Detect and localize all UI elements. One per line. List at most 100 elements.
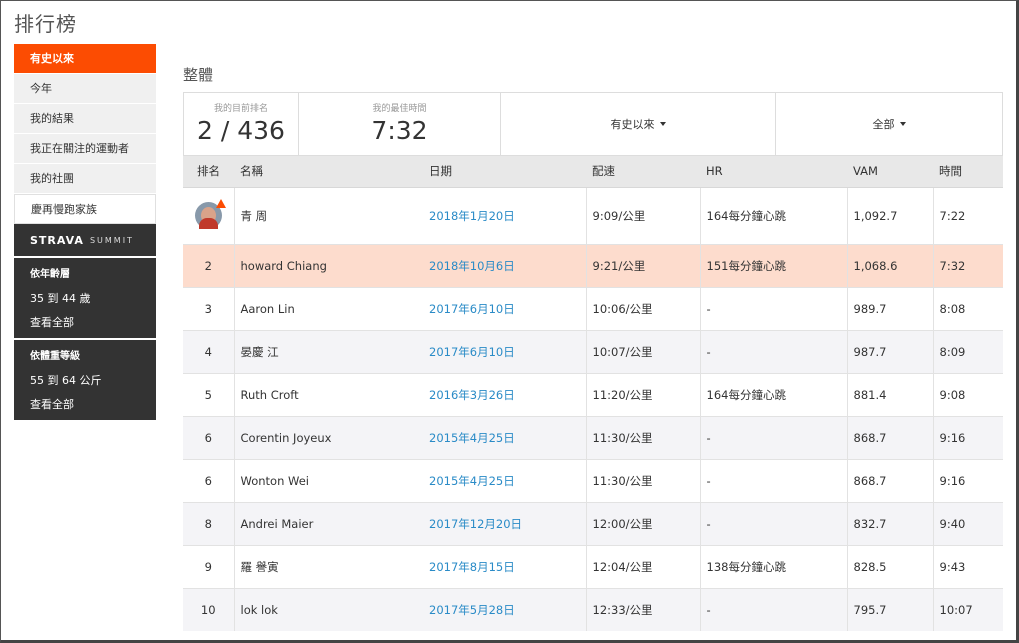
rank-cell: 3: [183, 286, 235, 330]
date-link[interactable]: 2018年1月20日: [429, 209, 515, 223]
age-group-view-all-link[interactable]: 查看全部: [30, 312, 140, 334]
leaderboard-table: 排名 名稱 日期 配速 HR VAM 時間 青 周 2018年1月20日 9:0…: [183, 156, 1003, 631]
header-vam[interactable]: VAM: [847, 156, 933, 188]
current-rank-stat: 我的目前排名 2 / 436: [184, 93, 299, 155]
date-link[interactable]: 2015年4月25日: [429, 474, 515, 488]
vam-cell: 881.4: [846, 372, 933, 416]
vam-cell: 868.7: [846, 458, 933, 502]
athlete-name[interactable]: lok lok: [234, 587, 423, 631]
header-name[interactable]: 名稱: [234, 156, 423, 188]
hr-cell: -: [699, 501, 847, 545]
athlete-name[interactable]: 羅 譽寅: [234, 544, 423, 588]
date-cell: 2018年1月20日: [423, 186, 586, 244]
date-link[interactable]: 2018年10月6日: [429, 259, 515, 273]
athlete-name[interactable]: Wonton Wei: [234, 458, 423, 502]
section-title: 整體: [183, 66, 214, 84]
sidebar-item-my-clubs[interactable]: 我的社團: [14, 164, 156, 194]
table-header-row: 排名 名稱 日期 配速 HR VAM 時間: [183, 156, 1003, 188]
rank-cell: 6: [183, 458, 235, 502]
athlete-name[interactable]: Andrei Maier: [234, 501, 423, 545]
athlete-name[interactable]: Corentin Joyeux: [234, 415, 423, 459]
best-time-label: 我的最佳時間: [372, 104, 427, 114]
pace-cell: 11:30/公里: [585, 458, 700, 502]
strava-summit-banner: STRAVA SUMMIT: [14, 224, 156, 256]
vam-cell: 987.7: [846, 329, 933, 373]
sidebar-item-this-year[interactable]: 今年: [14, 74, 156, 104]
date-cell: 2018年10月6日: [423, 243, 586, 287]
vam-cell: 795.7: [846, 587, 933, 631]
date-link[interactable]: 2017年8月15日: [429, 560, 515, 574]
crown-avatar-icon[interactable]: [194, 199, 226, 229]
vam-cell: 832.7: [846, 501, 933, 545]
scope-dropdown[interactable]: 全部: [776, 93, 1002, 155]
date-cell: 2017年12月20日: [423, 501, 586, 545]
time-cell: 9:40: [932, 501, 1003, 545]
date-cell: 2015年4月25日: [423, 458, 586, 502]
table-row: 5 Ruth Croft 2016年3月26日 11:20/公里 164每分鐘心…: [183, 372, 1003, 416]
sidebar-item-club[interactable]: 慶再慢跑家族: [14, 194, 156, 224]
hr-cell: 151每分鐘心跳: [699, 243, 847, 287]
table-row: 2 howard Chiang 2018年10月6日 9:21/公里 151每分…: [183, 243, 1003, 287]
date-cell: 2016年3月26日: [423, 372, 586, 416]
date-cell: 2017年6月10日: [423, 286, 586, 330]
summit-label: SUMMIT: [89, 235, 134, 245]
caret-down-icon: [659, 122, 666, 126]
date-link[interactable]: 2017年6月10日: [429, 302, 515, 316]
sidebar-item-following[interactable]: 我正在關注的運動者: [14, 134, 156, 164]
weight-class-panel: 依體重等級 55 到 64 公斤 查看全部: [14, 340, 156, 420]
athlete-name[interactable]: Aaron Lin: [234, 286, 423, 330]
age-group-value[interactable]: 35 到 44 歲: [30, 286, 140, 312]
header-hr[interactable]: HR: [700, 156, 847, 188]
header-pace[interactable]: 配速: [586, 156, 700, 188]
rank-cell: 9: [183, 544, 235, 588]
vam-cell: 989.7: [846, 286, 933, 330]
weight-class-value[interactable]: 55 到 64 公斤: [30, 368, 140, 394]
rank-cell: 5: [183, 372, 235, 416]
hr-cell: -: [699, 286, 847, 330]
vam-cell: 828.5: [846, 544, 933, 588]
current-rank-value: 2 / 436: [197, 116, 285, 145]
header-rank[interactable]: 排名: [183, 156, 234, 188]
hr-cell: 138每分鐘心跳: [699, 544, 847, 588]
time-cell: 10:07: [932, 587, 1003, 631]
hr-cell: -: [699, 458, 847, 502]
date-link[interactable]: 2017年5月28日: [429, 603, 515, 617]
vam-cell: 1,068.6: [846, 243, 933, 287]
time-cell: 7:22: [932, 186, 1003, 244]
hr-cell: -: [699, 415, 847, 459]
date-link[interactable]: 2016年3月26日: [429, 388, 515, 402]
athlete-name[interactable]: 晏慶 江: [234, 329, 423, 373]
age-group-heading: 依年齡層: [30, 269, 70, 280]
table-row: 6 Corentin Joyeux 2015年4月25日 11:30/公里 - …: [183, 415, 1003, 459]
pace-cell: 12:04/公里: [585, 544, 700, 588]
time-cell: 9:16: [932, 458, 1003, 502]
pace-cell: 9:09/公里: [585, 186, 700, 244]
stats-bar: 我的目前排名 2 / 436 我的最佳時間 7:32 有史以來 全部: [183, 92, 1003, 156]
athlete-name[interactable]: 青 周: [234, 186, 423, 244]
table-row: 9 羅 譽寅 2017年8月15日 12:04/公里 138每分鐘心跳 828.…: [183, 544, 1003, 588]
caret-down-icon: [899, 122, 906, 126]
rank-cell: 6: [183, 415, 235, 459]
sidebar-item-my-results[interactable]: 我的結果: [14, 104, 156, 134]
header-time[interactable]: 時間: [933, 156, 1003, 188]
period-dropdown[interactable]: 有史以來: [501, 93, 776, 155]
age-group-panel: 依年齡層 35 到 44 歲 查看全部: [14, 258, 156, 338]
date-link[interactable]: 2017年12月20日: [429, 517, 522, 531]
table-row: 青 周 2018年1月20日 9:09/公里 164每分鐘心跳 1,092.7 …: [183, 186, 1003, 244]
time-cell: 8:09: [932, 329, 1003, 373]
pace-cell: 11:20/公里: [585, 372, 700, 416]
date-link[interactable]: 2015年4月25日: [429, 431, 515, 445]
vam-cell: 1,092.7: [846, 186, 933, 244]
vam-cell: 868.7: [846, 415, 933, 459]
athlete-name[interactable]: Ruth Croft: [234, 372, 423, 416]
date-link[interactable]: 2017年6月10日: [429, 345, 515, 359]
time-cell: 7:32: [932, 243, 1003, 287]
date-cell: 2017年5月28日: [423, 587, 586, 631]
weight-class-view-all-link[interactable]: 查看全部: [30, 394, 140, 416]
pace-cell: 11:30/公里: [585, 415, 700, 459]
athlete-name[interactable]: howard Chiang: [234, 243, 423, 287]
sidebar-item-all-time[interactable]: 有史以來: [14, 44, 156, 74]
strava-logo: STRAVA: [30, 233, 84, 247]
header-date[interactable]: 日期: [423, 156, 586, 188]
hr-cell: 164每分鐘心跳: [699, 372, 847, 416]
